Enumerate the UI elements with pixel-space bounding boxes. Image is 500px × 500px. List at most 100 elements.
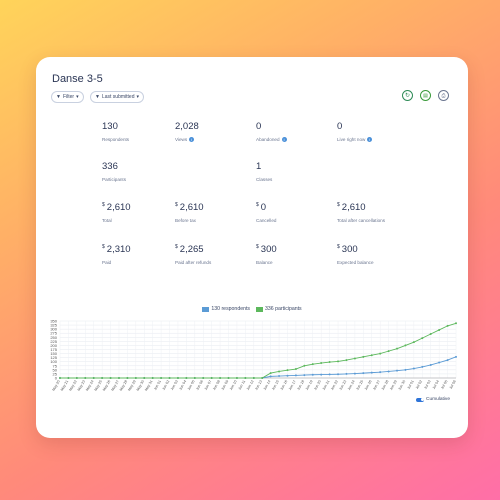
print-button[interactable]: ⎙ [438,90,449,101]
print-icon: ⎙ [441,92,446,99]
stat-label-text: Paid after refunds [175,260,212,265]
data-point [160,377,163,379]
data-point [455,355,457,358]
stat-label-text: Classes [256,177,273,182]
stat-value: 2,028 [175,121,199,132]
last-submitted-button[interactable]: ▼ Last submitted ▾ [90,91,144,103]
data-point [320,362,323,365]
stat-block: 2,028 Views i [175,121,199,142]
legend-swatch [202,306,210,312]
stat-block: $300 Balance [256,244,277,265]
stat-number: 2,028 [175,121,199,132]
data-point [202,377,205,379]
stat-label-text: Total after cancellations [337,218,386,223]
series-line-0 [60,356,457,379]
chart-legend: 130 respondents 336 participants [36,306,468,312]
data-point [109,377,112,379]
data-point [311,363,314,366]
stat-value: $2,310 [102,244,131,255]
data-point [404,344,407,347]
excel-icon: ▤ [423,92,428,99]
stat-value: 0 [337,121,372,132]
stat-block: $2,265 Paid after refunds [175,244,211,265]
stat-value: $2,610 [337,202,385,213]
data-point [252,377,255,379]
stat-number: 2,265 [179,244,204,255]
toggle-switch[interactable] [416,397,424,402]
legend-item-respondents[interactable]: 130 respondents [202,306,250,312]
filter-icon: ▼ [56,94,61,100]
currency-symbol: $ [256,244,259,250]
stat-label: Paid after refunds [175,260,211,265]
stat-label-text: Cancelled [256,218,277,223]
stat-label: Before tax [175,218,204,223]
data-point [117,377,120,379]
stat-label-text: Participants [102,177,127,182]
info-icon[interactable]: i [367,137,373,142]
currency-symbol: $ [102,244,105,250]
form-stats-card: Danse 3-5 ▼ Filter ▾ ▼ Last submitted ▾ … [36,57,468,438]
refresh-button[interactable]: ↻ [402,90,413,101]
data-point [362,372,365,375]
data-point [429,363,432,366]
stat-label: Balance [256,260,277,265]
data-point [101,377,104,379]
legend-item-participants[interactable]: 336 participants [256,306,302,312]
stat-value: $2,265 [175,244,211,255]
data-point [151,377,154,379]
stat-value: $2,610 [102,202,131,213]
data-point [421,365,424,368]
stat-number: 300 [341,244,358,255]
data-point [269,372,272,375]
stat-block: 336 Participants [102,161,126,182]
filter-button[interactable]: ▼ Filter ▾ [51,91,84,103]
stat-block: $2,310 Paid [102,244,131,265]
stat-block: $2,610 Total [102,202,131,223]
data-point [235,377,238,379]
export-excel-button[interactable]: ▤ [420,90,431,101]
data-point [286,369,289,372]
data-point [353,372,356,375]
stat-label: Respondents [102,137,129,142]
currency-symbol: $ [256,202,259,208]
data-point [328,373,331,376]
stat-label-text: Before tax [175,218,196,223]
stat-label-text: Views [175,137,188,142]
stat-label: Cancelled [256,218,276,223]
data-point [353,357,356,360]
info-icon[interactable]: i [189,137,195,142]
data-point [219,377,222,379]
stat-label: Total after cancellations [337,218,385,223]
data-point [396,369,399,372]
stat-label: Live right now i [337,137,373,142]
data-point [92,377,95,379]
x-tick-label: Jul 05 [440,380,448,390]
stat-label-text: Respondents [102,137,130,142]
data-point [176,377,179,379]
stat-block: $2,610 Total after cancellations [337,202,385,223]
data-point [337,373,340,376]
stat-block: 0 Live right now i [337,121,373,142]
data-point [396,347,399,350]
page-title: Danse 3-5 [52,73,103,85]
info-icon[interactable]: i [281,137,287,142]
data-point [143,377,146,379]
data-point [286,374,289,377]
data-point [84,377,87,379]
data-point [446,324,449,327]
x-tick-label: May 31 [144,380,153,392]
currency-symbol: $ [337,244,340,250]
stat-number: 300 [260,244,277,255]
stat-label-text: Expected balance [337,260,374,265]
stat-value: $0 [256,202,276,213]
cumulative-toggle[interactable]: Cumulative [416,397,450,402]
data-point [311,373,314,376]
stat-number: 0 [256,121,262,132]
stat-label-text: Balance [256,260,273,265]
chevron-down-icon: ▾ [136,94,139,100]
stat-number: 0 [337,121,343,132]
toggle-label: Cumulative [426,397,450,402]
data-point [412,367,415,370]
stat-label: Abandoned i [256,137,287,142]
data-point [438,328,441,331]
